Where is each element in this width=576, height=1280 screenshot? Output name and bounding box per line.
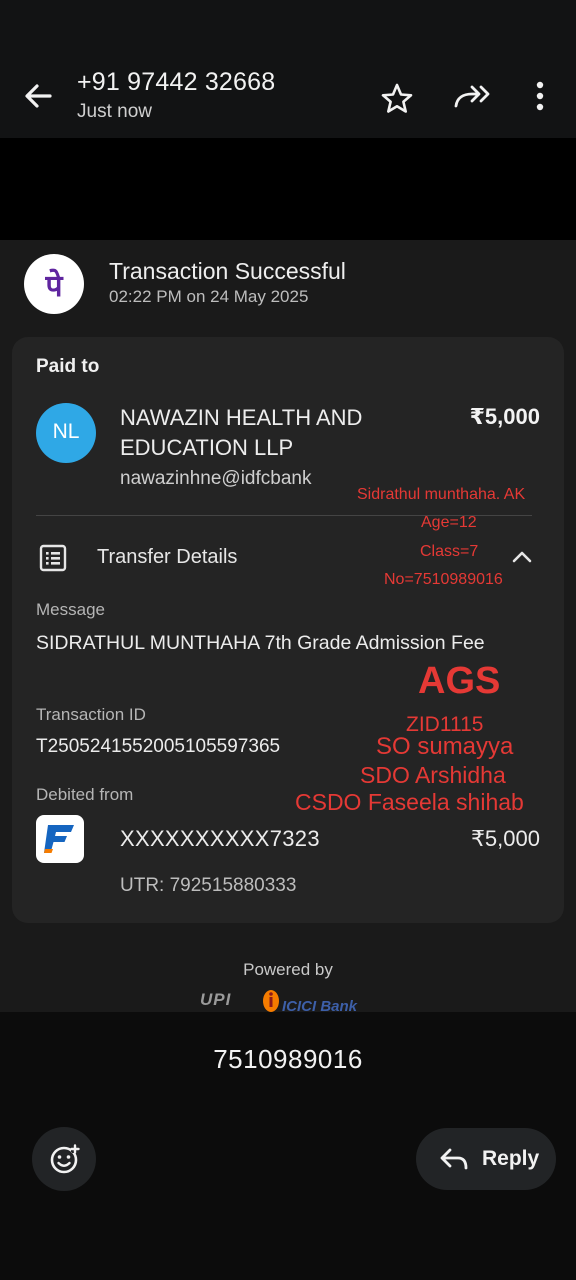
transaction-status: Transaction Successful <box>109 258 346 284</box>
transaction-id-label: Transaction ID <box>36 705 146 724</box>
contact-number[interactable]: +91 97442 32668 <box>77 68 275 97</box>
annotation-csdo: CSDO Faseela shihab <box>295 789 524 815</box>
star-icon <box>381 83 413 113</box>
annotation-age: Age=12 <box>421 514 477 531</box>
phonepe-logo-glyph: पे <box>45 269 63 304</box>
forward-icon <box>454 85 490 108</box>
payee-avatar: NL <box>36 403 96 463</box>
emoji-reaction-button[interactable] <box>32 1127 96 1191</box>
upi-logo: UPI <box>200 990 232 1009</box>
debited-account-number: XXXXXXXXXX7323 <box>120 826 320 851</box>
payee-initials: NL <box>52 420 80 443</box>
icici-logo-icon <box>261 989 281 1013</box>
more-options-button[interactable] <box>528 80 552 114</box>
message-timestamp: Just now <box>77 101 152 122</box>
reply-label: Reply <box>482 1147 540 1170</box>
annotation-school: AGS <box>418 660 501 702</box>
media-letterbox <box>0 138 576 240</box>
back-button[interactable] <box>20 78 58 114</box>
powered-by-label: Powered by <box>243 960 333 979</box>
back-arrow-icon <box>25 84 52 108</box>
utr-number: UTR: 792515880333 <box>120 875 297 896</box>
payee-upi-id: nawazinhne@idfcbank <box>120 468 312 489</box>
annotation-so: SO sumayya <box>376 733 514 760</box>
payee-name: NAWAZIN HEALTH AND EDUCATION LLP <box>120 405 363 460</box>
debited-from-label: Debited from <box>36 785 134 804</box>
paid-to-label: Paid to <box>36 356 100 377</box>
transaction-time: 02:22 PM on 24 May 2025 <box>109 287 309 306</box>
reply-button[interactable]: Reply <box>416 1128 556 1190</box>
more-vert-icon <box>536 81 544 111</box>
bank-logo-icon <box>36 815 84 863</box>
annotation-student-name: Sidrathul munthaha. AK <box>357 486 526 503</box>
star-button[interactable] <box>380 82 414 114</box>
message-caption: 7510989016 <box>213 1044 363 1074</box>
reply-icon <box>440 1148 468 1170</box>
transaction-id: T2505241552005105597365 <box>36 736 281 757</box>
message-value: SIDRATHUL MUNTHAHA 7th Grade Admission F… <box>36 632 485 654</box>
annotation-class: Class=7 <box>420 543 479 560</box>
document-icon <box>38 543 68 573</box>
annotation-phone: No=7510989016 <box>384 571 503 588</box>
payee-amount: ₹5,000 <box>469 404 540 429</box>
forward-button[interactable] <box>452 82 492 112</box>
debited-amount: ₹5,000 <box>470 826 540 851</box>
chevron-up-icon <box>510 548 534 566</box>
transfer-details-label: Transfer Details <box>97 546 238 568</box>
phonepe-logo: पे <box>24 254 84 314</box>
add-reaction-icon <box>50 1144 80 1174</box>
annotation-sdo: SDO Arshidha <box>360 762 506 788</box>
message-label: Message <box>36 600 105 619</box>
icici-bank-logo: ICICI Bank <box>282 998 358 1015</box>
